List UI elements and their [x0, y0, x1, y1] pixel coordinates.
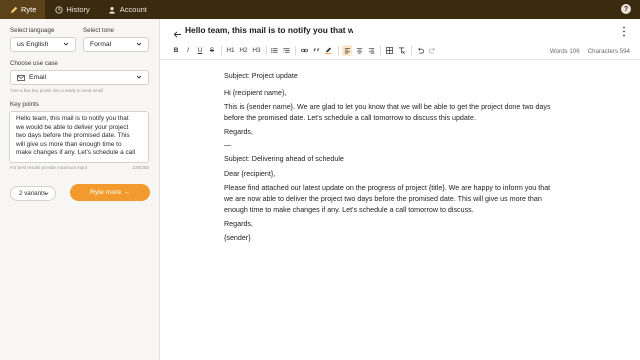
toolbar-divider [221, 46, 222, 55]
doc-paragraph-line: This is {sender name}. We are glad to le… [224, 103, 551, 111]
align-left-icon[interactable] [342, 45, 352, 56]
toolbar-divider [338, 46, 339, 55]
keypoints-line: will give us more than enough time to [16, 140, 122, 148]
doc-greeting-2: Dear {recipient}, [224, 170, 276, 178]
keypoints-line: two days before the promised date. This [16, 132, 130, 140]
doc-paragraph-line: we are now able to deliver the project t… [224, 195, 542, 203]
toolbar-divider [380, 46, 381, 55]
keypoints-line: we would be able to deliver your project [16, 123, 129, 131]
doc-signoff-2: Regards, [224, 220, 253, 228]
doc-paragraph-line: enough time to make changes if any. Let'… [224, 206, 474, 214]
toolbar-divider [266, 46, 267, 55]
chevron-down-icon [63, 41, 69, 47]
heading-2-button[interactable]: H2 [238, 45, 249, 56]
heading-3-button[interactable]: H3 [251, 45, 262, 56]
tab-history-label: History [66, 5, 90, 14]
help-icon[interactable]: ? [621, 4, 631, 14]
highlight-pen-icon[interactable] [324, 45, 333, 56]
tab-history[interactable]: History [45, 0, 98, 19]
heading-1-button[interactable]: H1 [225, 45, 236, 56]
chevron-down-icon [44, 191, 49, 196]
character-count: Characters 594 [587, 48, 630, 55]
mail-icon [17, 74, 25, 82]
more-options-icon[interactable] [622, 24, 626, 37]
pencil-icon [9, 5, 18, 14]
language-value: us English [17, 41, 49, 48]
toolbar-divider [295, 46, 296, 55]
keypoints-line: Hello team, this mail is to notify you t… [16, 115, 129, 122]
toolbar-divider [411, 46, 412, 55]
strikethrough-button[interactable]: S [208, 45, 216, 56]
align-center-icon[interactable] [354, 45, 364, 56]
user-icon [108, 5, 117, 14]
italic-button[interactable]: I [184, 45, 192, 56]
word-count: Words 106 [549, 48, 580, 55]
doc-paragraph-line: before the promised date. Let's schedule… [224, 114, 476, 122]
tone-select[interactable]: Formal [83, 37, 149, 52]
usecase-select[interactable]: Email [10, 70, 149, 85]
editor-header: Hello team, this mail is to notify you t… [160, 19, 640, 42]
clear-format-icon[interactable] [397, 45, 406, 56]
align-right-icon[interactable] [366, 45, 376, 56]
doc-signoff-1: Regards, [224, 128, 253, 136]
language-select[interactable]: us English [10, 37, 76, 52]
chevron-down-icon [136, 41, 142, 47]
doc-paragraph-line: Please find attached our latest update o… [224, 184, 551, 192]
undo-icon[interactable] [416, 45, 425, 56]
doc-separator: — [224, 141, 232, 149]
document-stats: Words 106 Characters 594 [550, 48, 630, 55]
editor-area: Hello team, this mail is to notify you t… [160, 19, 640, 360]
link-icon[interactable] [300, 45, 309, 56]
doc-subject-2: Subject: Delivering ahead of schedule [224, 155, 344, 163]
bold-button[interactable]: B [172, 45, 180, 56]
tab-ryte-label: Ryte [21, 5, 37, 14]
doc-greeting-1: Hi {recipient name}, [224, 89, 287, 97]
doc-sender: {sender} [224, 234, 251, 242]
underline-button[interactable]: U [196, 45, 204, 56]
tone-value: Formal [90, 41, 112, 48]
bullet-list-icon[interactable] [270, 45, 279, 56]
document-title: Hello team, this mail is to notify you t… [185, 25, 353, 35]
doc-subject-1: Subject: Project update [224, 72, 298, 80]
tab-account-label: Account [119, 5, 147, 14]
keypoints-label: Key points [10, 101, 39, 108]
table-icon[interactable] [385, 45, 394, 56]
tab-ryte[interactable]: Ryte [0, 0, 46, 19]
numbered-list-icon[interactable] [282, 45, 291, 56]
keypoints-hint: For best results provide maximum input [10, 165, 87, 170]
variants-select[interactable]: 2 variants [10, 186, 56, 201]
clock-icon [54, 5, 63, 14]
usecase-value: Email [29, 74, 46, 81]
top-nav-bar: Ryte History Account ? [0, 0, 640, 19]
usecase-label: Choose use case [10, 60, 58, 67]
tab-account[interactable]: Account [99, 0, 156, 19]
variants-value: 2 variants [19, 190, 46, 197]
usecase-hint: Turn a few key points into a ready to se… [10, 88, 104, 93]
sidebar: Select language us English Select tone F… [0, 19, 160, 360]
redo-icon[interactable] [428, 45, 437, 56]
char-count: 226/250 [132, 165, 149, 170]
back-arrow-icon[interactable] [173, 26, 182, 38]
formatting-toolbar: B I U S H1 H2 H3 Words 106 Characters 59… [160, 42, 640, 60]
tone-label: Select tone [83, 27, 114, 34]
quote-icon[interactable] [312, 45, 321, 56]
chevron-down-icon [136, 74, 142, 80]
keypoints-textarea[interactable]: Hello team, this mail is to notify you t… [9, 111, 149, 163]
ryte-more-button[interactable]: Ryte more → [70, 184, 150, 201]
keypoints-line: make changes if any. Let's schedule a ca… [16, 149, 136, 157]
language-label: Select language [10, 27, 55, 34]
